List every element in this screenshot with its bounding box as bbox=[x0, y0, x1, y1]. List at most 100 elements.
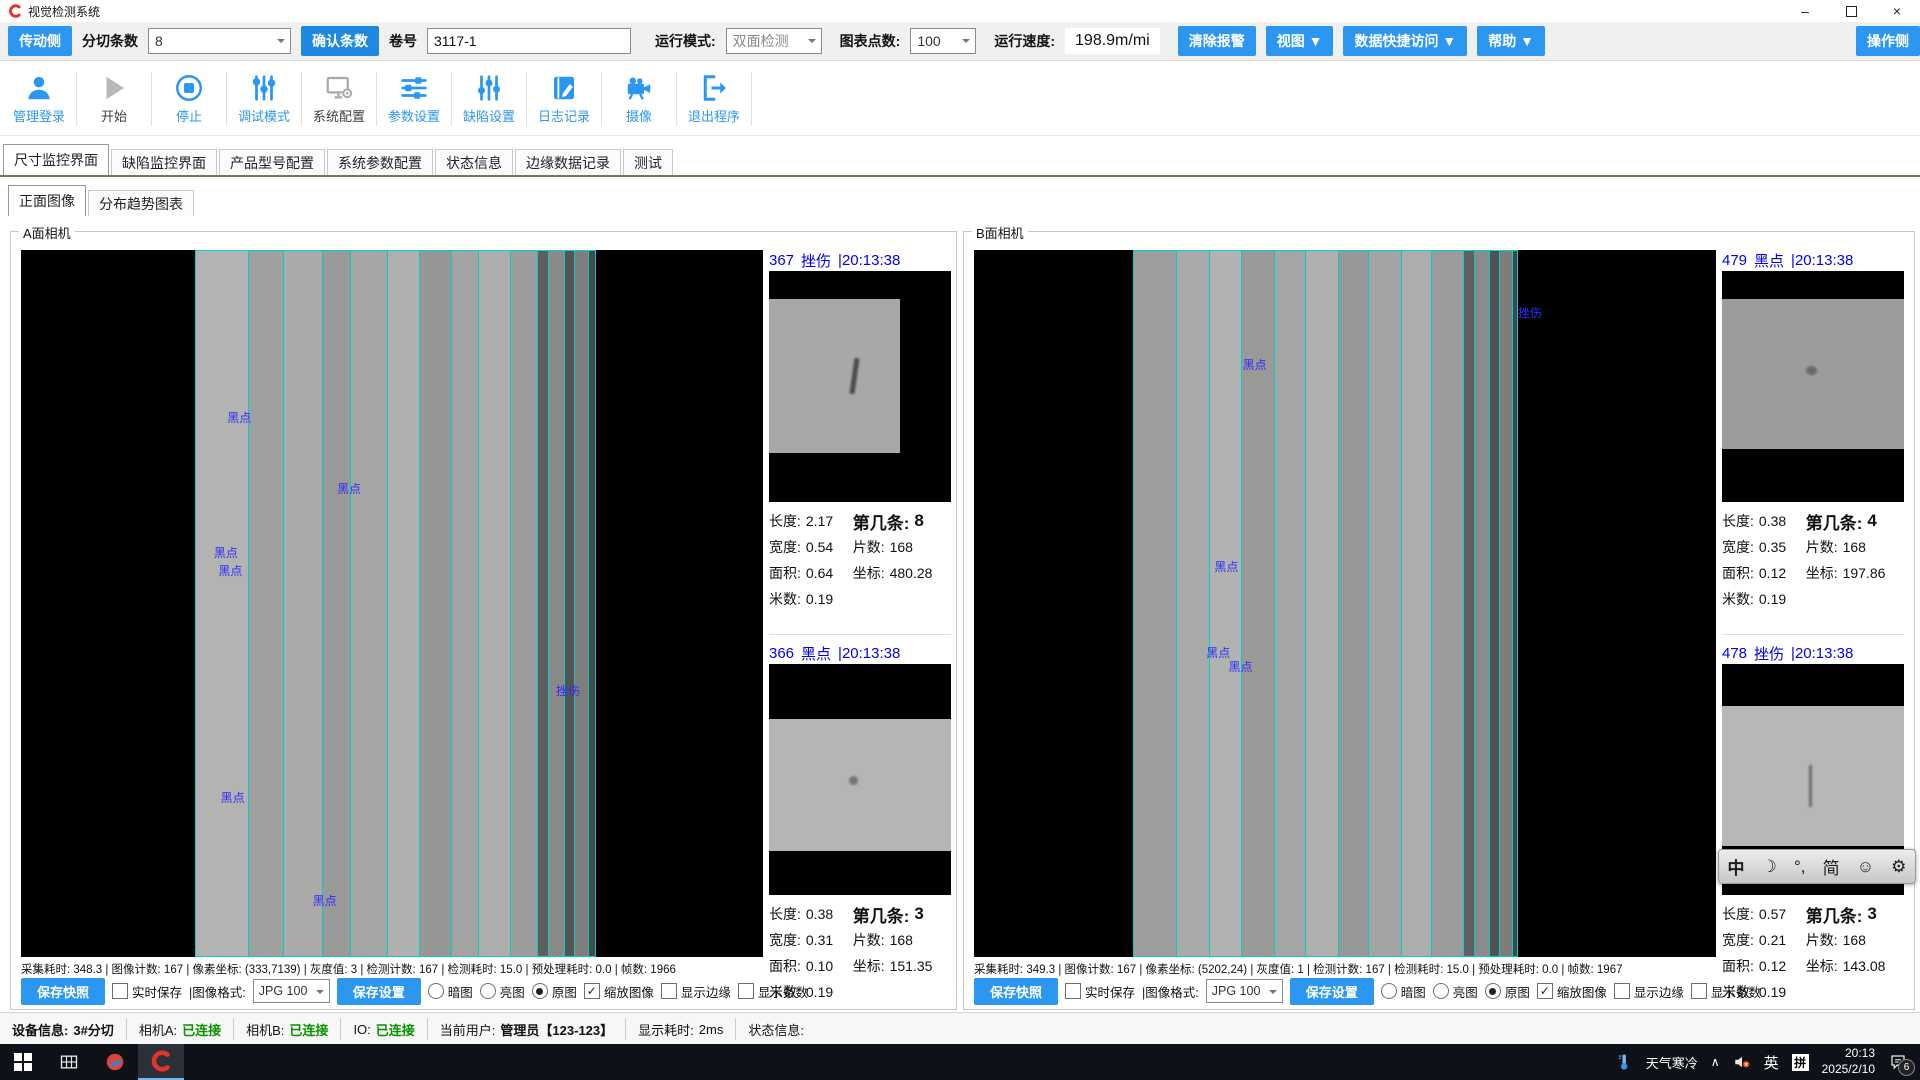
moon-icon[interactable]: ☽ bbox=[1762, 857, 1777, 877]
weather-text[interactable]: 天气寒冷 bbox=[1646, 1053, 1698, 1072]
strip-region bbox=[1499, 250, 1514, 957]
show-strips-checkbox[interactable] bbox=[1691, 983, 1707, 999]
defect-annotation: 黑点 bbox=[1229, 658, 1253, 675]
roll-number-input[interactable]: 3117-1 bbox=[427, 28, 631, 54]
ime-language-toggle[interactable]: 中 bbox=[1728, 854, 1745, 879]
simplified-toggle[interactable]: 简 bbox=[1823, 854, 1840, 879]
show-edge-checkbox[interactable] bbox=[1614, 983, 1630, 999]
tab-distribution-trend-chart[interactable]: 分布趋势图表 bbox=[88, 190, 194, 216]
tab-front-image[interactable]: 正面图像 bbox=[8, 185, 86, 216]
save-settings-button[interactable]: 保存设置 bbox=[337, 978, 421, 1005]
image-format-value: JPG 100 bbox=[259, 984, 308, 998]
help-menu-button[interactable]: 帮助 ▼ bbox=[1477, 26, 1545, 56]
bright-image-radio[interactable] bbox=[1433, 983, 1449, 999]
log-book-pencil-icon bbox=[549, 73, 579, 103]
device-info-value: 3#分切 bbox=[73, 1020, 113, 1039]
clear-alarm-button[interactable]: 清除报警 bbox=[1178, 26, 1256, 56]
snapshot-material-region bbox=[1722, 299, 1904, 449]
emoji-icon[interactable]: ☺ bbox=[1857, 857, 1874, 877]
display-time-label: 显示耗时: bbox=[638, 1020, 694, 1039]
ime-pinyin-indicator[interactable]: 拼 bbox=[1792, 1054, 1809, 1071]
original-image-radio[interactable] bbox=[1485, 983, 1501, 999]
chart-points-select[interactable]: 100 bbox=[910, 28, 976, 54]
show-strips-checkbox[interactable] bbox=[738, 983, 754, 999]
drive-side-button[interactable]: 传动侧 bbox=[8, 26, 72, 56]
show-edge-label: 显示边缘 bbox=[1634, 982, 1684, 1001]
original-image-radio[interactable] bbox=[532, 983, 548, 999]
admin-login-button[interactable]: 管理登录 bbox=[2, 73, 76, 125]
defect-snapshot[interactable] bbox=[1722, 271, 1904, 502]
measure-value: 0.31 bbox=[806, 932, 833, 948]
realtime-save-checkbox[interactable] bbox=[112, 983, 128, 999]
tray-expand-chevron[interactable]: ∧ bbox=[1711, 1055, 1720, 1069]
dark-image-radio[interactable] bbox=[428, 983, 444, 999]
zoom-image-label: 缩放图像 bbox=[604, 982, 654, 1001]
save-snapshot-button[interactable]: 保存快照 bbox=[21, 978, 105, 1005]
tab-product-model-config[interactable]: 产品型号配置 bbox=[219, 149, 325, 175]
parameter-settings-button[interactable]: 参数设置 bbox=[377, 73, 451, 125]
action-center-button[interactable]: 6 bbox=[1888, 1053, 1908, 1071]
bright-image-radio[interactable] bbox=[480, 983, 496, 999]
image-format-select[interactable]: JPG 100 bbox=[253, 979, 330, 1003]
defect-annotation: 挫伤 bbox=[1518, 304, 1542, 321]
zoom-image-checkbox[interactable] bbox=[584, 983, 600, 999]
show-edge-checkbox[interactable] bbox=[661, 983, 677, 999]
confirm-count-button[interactable]: 确认条数 bbox=[301, 26, 379, 56]
measure-value: 0.19 bbox=[1759, 591, 1786, 607]
maximize-button[interactable] bbox=[1828, 0, 1874, 22]
tab-status-info[interactable]: 状态信息 bbox=[435, 149, 513, 175]
tab-edge-data-record[interactable]: 边缘数据记录 bbox=[515, 149, 621, 175]
exit-program-button[interactable]: 退出程序 bbox=[677, 73, 751, 125]
tab-test[interactable]: 测试 bbox=[623, 149, 673, 175]
close-button[interactable]: × bbox=[1874, 0, 1920, 22]
original-image-label: 原图 bbox=[1505, 982, 1530, 1001]
save-snapshot-button[interactable]: 保存快照 bbox=[974, 978, 1058, 1005]
start-button[interactable]: 开始 bbox=[77, 73, 151, 125]
measure-value: 0.57 bbox=[1759, 906, 1786, 922]
stop-button[interactable]: 停止 bbox=[152, 73, 226, 125]
data-access-menu-button[interactable]: 数据快捷访问 ▼ bbox=[1343, 26, 1467, 56]
start-button[interactable] bbox=[0, 1044, 46, 1080]
defect-snapshot[interactable] bbox=[769, 664, 951, 895]
volume-muted-button[interactable] bbox=[1733, 1053, 1751, 1071]
measure-label: 面积: bbox=[1722, 956, 1754, 976]
dark-image-label: 暗图 bbox=[1401, 982, 1426, 1001]
measure-value: 143.08 bbox=[1843, 958, 1886, 974]
realtime-save-checkbox[interactable] bbox=[1065, 983, 1081, 999]
image-format-select[interactable]: JPG 100 bbox=[1206, 979, 1283, 1003]
log-record-button[interactable]: 日志记录 bbox=[527, 73, 601, 125]
system-config-button[interactable]: 系统配置 bbox=[302, 73, 376, 125]
strip-number-label: 第几条: bbox=[1806, 902, 1863, 927]
ime-language-indicator[interactable]: 英 bbox=[1764, 1052, 1779, 1073]
punctuation-toggle[interactable]: °, bbox=[1794, 857, 1806, 877]
current-user-label: 当前用户: bbox=[440, 1020, 496, 1039]
defect-settings-button[interactable]: 缺陷设置 bbox=[452, 73, 526, 125]
run-mode-select[interactable]: 双面检测 bbox=[726, 28, 822, 54]
task-view-button[interactable] bbox=[46, 1044, 92, 1080]
save-settings-button[interactable]: 保存设置 bbox=[1290, 978, 1374, 1005]
view-menu-button[interactable]: 视图 ▼ bbox=[1266, 26, 1334, 56]
operate-side-button[interactable]: 操作侧 bbox=[1856, 26, 1920, 56]
taskbar-clock[interactable]: 20:13 2025/2/10 bbox=[1822, 1046, 1875, 1077]
slit-count-select[interactable]: 8 bbox=[148, 28, 291, 54]
camera-capture-button[interactable]: 摄像 bbox=[602, 73, 676, 125]
detection-time: |20:13:38 bbox=[1791, 645, 1853, 662]
window-controls: – × bbox=[1782, 0, 1920, 22]
camera-a-live-image[interactable]: 黑点黑点黑点黑点挫伤黑点黑点 bbox=[21, 250, 763, 957]
pinned-app-icon bbox=[104, 1051, 126, 1073]
debug-mode-button[interactable]: 调试模式 bbox=[227, 73, 301, 125]
dark-image-radio[interactable] bbox=[1381, 983, 1397, 999]
tab-defect-monitor[interactable]: 缺陷监控界面 bbox=[111, 149, 217, 175]
minimize-button[interactable]: – bbox=[1782, 0, 1828, 22]
camera-b-live-image[interactable]: 挫伤黑点黑点黑点黑点 bbox=[974, 250, 1716, 957]
zoom-image-checkbox[interactable] bbox=[1537, 983, 1553, 999]
gear-icon[interactable]: ⚙ bbox=[1891, 857, 1906, 877]
io-conn-status: 已连接 bbox=[376, 1020, 415, 1039]
measure-value: 0.19 bbox=[806, 591, 833, 607]
tab-size-monitor[interactable]: 尺寸监控界面 bbox=[3, 144, 109, 175]
title-bar: 视觉检测系统 – × bbox=[0, 0, 1920, 22]
pinned-app-button[interactable] bbox=[92, 1044, 138, 1080]
tab-system-param-config[interactable]: 系统参数配置 bbox=[327, 149, 433, 175]
defect-snapshot[interactable] bbox=[769, 271, 951, 502]
inspection-app-taskbar-button[interactable] bbox=[138, 1044, 184, 1080]
